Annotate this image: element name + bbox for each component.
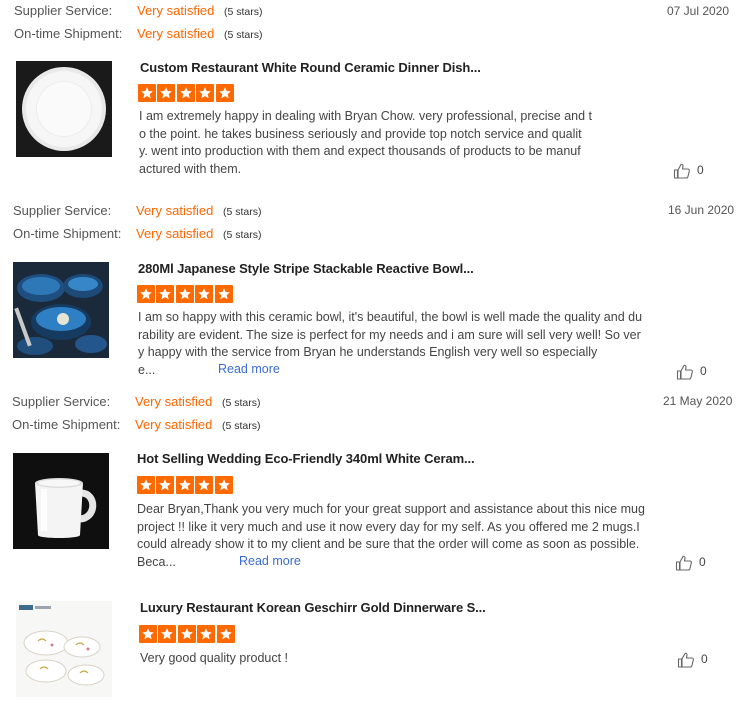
star-icon [176, 84, 195, 102]
thumbs-up-icon [675, 555, 692, 571]
ontime-shipment-value: Very satisfied [137, 26, 215, 41]
review-text-line: y happy with the service from Bryan he u… [138, 345, 598, 360]
white-mug-icon [13, 453, 109, 549]
thumbs-up-icon [673, 163, 690, 179]
supplier-service-stars: (5 stars) [224, 6, 263, 18]
review-text-line: rability are evident. The size is perfec… [138, 327, 641, 342]
like-count: 0 [699, 555, 706, 569]
star-icon [195, 285, 214, 303]
review-item: Luxury Restaurant Korean Geschirr Gold D… [0, 590, 750, 712]
star-icon [177, 625, 196, 643]
review-text-line: y. went into production with them and ex… [139, 144, 581, 159]
like-button[interactable]: 0 [675, 554, 715, 572]
review-text: Dear Bryan,Thank you very much for your … [137, 501, 697, 571]
product-title[interactable]: Hot Selling Wedding Eco-Friendly 340ml W… [137, 451, 475, 466]
like-count: 0 [697, 163, 704, 177]
like-button[interactable]: 0 [677, 651, 717, 669]
supplier-service-stars: (5 stars) [222, 397, 261, 409]
review-date: 21 May 2020 [663, 394, 733, 408]
star-icon [215, 84, 234, 102]
star-rating [137, 476, 237, 494]
supplier-service-label: Supplier Service: [13, 203, 112, 218]
read-more-link[interactable]: Read more [239, 554, 301, 568]
review-date: 16 Jun 2020 [668, 203, 735, 217]
read-more-link[interactable]: Read more [218, 362, 280, 376]
supplier-service-label: Supplier Service: [14, 3, 113, 18]
supplier-service-stars: (5 stars) [223, 206, 262, 218]
star-icon [137, 476, 155, 494]
ontime-shipment-label: On-time Shipment: [14, 26, 123, 41]
thumbs-up-icon [676, 364, 693, 380]
like-button[interactable]: 0 [676, 363, 716, 381]
ontime-shipment-value: Very satisfied [136, 226, 214, 241]
star-icon [175, 285, 194, 303]
thumbs-up-icon [677, 652, 694, 668]
review-text-line: Beca... [137, 554, 176, 569]
review-text: I am extremely happy in dealing with Bry… [139, 108, 639, 178]
supplier-service-value: Very satisfied [136, 203, 214, 218]
ontime-shipment-stars: (5 stars) [224, 29, 263, 41]
review-text-line: could already show it to my client and b… [137, 537, 640, 552]
star-icon [175, 476, 194, 494]
review-text-line: I am extremely happy in dealing with Bry… [139, 109, 593, 123]
ontime-shipment-stars: (5 stars) [223, 229, 262, 241]
review-text-line: project !! like it very much and use it … [137, 519, 640, 534]
like-count: 0 [700, 364, 707, 378]
like-button[interactable]: 0 [673, 162, 713, 180]
review-text-line: Very good quality product ! [140, 651, 289, 665]
star-rating [137, 285, 237, 303]
ontime-shipment-label: On-time Shipment: [13, 226, 122, 241]
product-title[interactable]: 280Ml Japanese Style Stripe Stackable Re… [138, 261, 474, 276]
supplier-service-value: Very satisfied [137, 3, 215, 18]
ontime-shipment-value: Very satisfied [135, 417, 213, 432]
gold-dinnerware-set-icon [16, 601, 112, 697]
star-icon [214, 285, 233, 303]
review-item: Supplier Service: Very satisfied (5 star… [0, 391, 750, 581]
star-icon [214, 476, 233, 494]
star-rating [138, 84, 238, 102]
review-text-line: actured with them. [139, 161, 242, 176]
star-rating [139, 625, 239, 643]
ontime-shipment-stars: (5 stars) [222, 420, 261, 432]
supplier-service-label: Supplier Service: [12, 394, 111, 409]
review-text-line: Dear Bryan,Thank you very much for your … [137, 502, 645, 516]
star-icon [216, 625, 235, 643]
product-thumbnail[interactable] [16, 61, 112, 157]
star-icon [195, 476, 214, 494]
star-icon [157, 84, 176, 102]
review-text-line: I am so happy with this ceramic bowl, it… [138, 310, 643, 324]
review-item: Supplier Service: Very satisfied (5 star… [0, 0, 750, 190]
product-title[interactable]: Custom Restaurant White Round Ceramic Di… [140, 60, 481, 75]
product-thumbnail[interactable] [16, 601, 112, 697]
star-icon [197, 625, 216, 643]
star-icon [138, 84, 156, 102]
star-icon [196, 84, 215, 102]
product-title[interactable]: Luxury Restaurant Korean Geschirr Gold D… [140, 600, 486, 615]
review-date: 07 Jul 2020 [667, 4, 730, 18]
like-count: 0 [701, 652, 708, 666]
white-round-plate-icon [16, 61, 112, 157]
star-icon [156, 476, 175, 494]
review-text-line: o the point. he takes business seriously… [139, 126, 582, 141]
star-icon [137, 285, 155, 303]
star-icon [156, 285, 175, 303]
product-thumbnail[interactable] [13, 453, 109, 549]
ontime-shipment-label: On-time Shipment: [12, 417, 121, 432]
review-item: Supplier Service: Very satisfied (5 star… [0, 200, 750, 390]
star-icon [139, 625, 157, 643]
star-icon [158, 625, 177, 643]
supplier-service-value: Very satisfied [135, 394, 213, 409]
blue-reactive-bowls-icon [13, 262, 109, 358]
product-thumbnail[interactable] [13, 262, 109, 358]
review-text: Very good quality product ! [140, 650, 440, 668]
